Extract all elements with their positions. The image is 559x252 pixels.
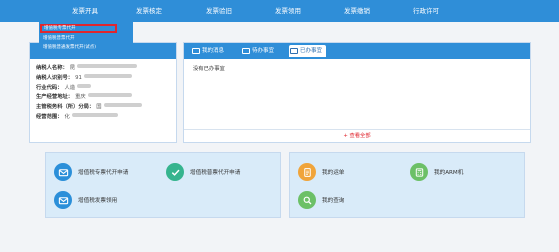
field-label: 主管税务科（所）分局： <box>36 104 95 111</box>
taxpayer-name-row: 纳税人名称： 昆 <box>36 64 170 74</box>
field-value: 国 <box>96 104 102 111</box>
view-all-link[interactable]: + 查看全部 <box>184 129 530 143</box>
field-value: 化 <box>64 113 70 120</box>
tasks-panel: 我的消息 待办事宜 已办事宜 没有已办事宜 + 查看全部 <box>183 42 531 143</box>
quick-link-label: 我的运单 <box>322 170 345 176</box>
nav-item-invoice-verify[interactable]: 发票验旧 <box>184 0 254 22</box>
dropdown-item-general-invoice-pilot[interactable]: 增值税普通发票代开(试点) <box>39 44 133 52</box>
quick-link-label: 我的ARM机 <box>434 170 464 176</box>
empty-state-text: 没有已办事宜 <box>193 66 225 72</box>
dropdown-item-general-invoice[interactable]: 增值税普票代开 <box>39 35 133 43</box>
search-icon <box>298 191 316 209</box>
chat-icon <box>242 48 250 54</box>
quick-link-label: 增值税专票代开申请 <box>78 170 129 176</box>
field-label: 纳税人识别号： <box>36 74 74 81</box>
calculator-icon <box>410 163 428 181</box>
general-invoice-apply-button[interactable]: 增值税普票代开申请 <box>166 162 240 182</box>
business-address-row: 生产经营地址： 重庆 <box>36 93 170 103</box>
quick-links-right-card: 我的运单 我的ARM机 我的查询 <box>289 152 525 218</box>
field-value: 昆 <box>69 65 76 71</box>
my-arm-button[interactable]: 我的ARM机 <box>410 162 463 182</box>
invoice-issue-dropdown: 增值税专票代开 增值税普票代开 增值税普通发票代开(试点) <box>39 22 133 56</box>
dropdown-item-special-invoice[interactable]: 增值税专票代开 <box>40 24 117 33</box>
tax-office-row: 主管税务科（所）分局： 国 <box>36 103 170 113</box>
taxpayer-id-row: 纳税人识别号： 91 <box>36 73 170 84</box>
quick-link-label: 我的查询 <box>322 198 345 204</box>
tab-my-messages[interactable]: 我的消息 <box>191 45 224 57</box>
tab-completed-tasks[interactable]: 已办事宜 <box>289 45 327 57</box>
field-value: 91 <box>75 74 82 81</box>
redacted-value <box>87 93 132 98</box>
envelope-icon <box>54 163 72 181</box>
tab-label: 待办事宜 <box>252 48 275 54</box>
redacted-value <box>77 64 138 68</box>
tab-pending-tasks[interactable]: 待办事宜 <box>241 45 274 57</box>
dropdown-item-label: 增值税专票代开 <box>44 26 76 31</box>
invoice-receive-button[interactable]: 增值税发票领用 <box>54 190 117 210</box>
chat-icon <box>290 48 298 54</box>
special-invoice-apply-button[interactable]: 增值税专票代开申请 <box>54 162 128 182</box>
top-nav: 发票开具 发票核定 发票验旧 发票领用 发票缴销 行政许可 <box>0 0 559 22</box>
field-label: 经营范围： <box>36 113 63 120</box>
check-icon <box>166 163 184 181</box>
quick-link-label: 增值税发票领用 <box>78 198 118 204</box>
document-icon <box>298 163 316 181</box>
industry-code-row: 行业代码： 人造 <box>36 83 170 94</box>
envelope-icon <box>54 191 72 209</box>
tab-label: 我的消息 <box>202 48 225 54</box>
redacted-value <box>103 103 142 108</box>
field-label: 纳税人名称： <box>36 65 68 71</box>
redacted-value <box>71 112 118 117</box>
tasks-tab-bar: 我的消息 待办事宜 已办事宜 <box>184 43 530 59</box>
nav-item-admin-permit[interactable]: 行政许可 <box>391 0 461 22</box>
my-query-button[interactable]: 我的查询 <box>298 190 344 210</box>
redacted-value <box>77 83 92 88</box>
taxpayer-info-panel: 纳税人名称： 昆 纳税人识别号： 91 行业代码： 人造 生产经营地址： 重庆 … <box>29 42 177 143</box>
my-waybill-button[interactable]: 我的运单 <box>298 162 344 182</box>
message-icon <box>192 48 200 54</box>
field-value: 人造 <box>64 84 76 91</box>
nav-item-invoice-approval[interactable]: 发票核定 <box>114 0 184 22</box>
redacted-value <box>83 73 132 78</box>
business-scope-row: 经营范围： 化 <box>36 112 170 123</box>
nav-item-invoice-issue[interactable]: 发票开具 <box>50 0 120 22</box>
field-label: 行业代码： <box>36 84 63 91</box>
field-label: 生产经营地址： <box>36 94 74 101</box>
nav-item-invoice-cancel[interactable]: 发票缴销 <box>322 0 392 22</box>
tab-label: 已办事宜 <box>300 48 323 54</box>
nav-item-invoice-receive[interactable]: 发票领用 <box>253 0 323 22</box>
quick-links-left-card: 增值税专票代开申请 增值税普票代开申请 增值税发票领用 <box>45 152 281 218</box>
quick-link-label: 增值税普票代开申请 <box>190 170 241 176</box>
field-value: 重庆 <box>75 94 86 101</box>
